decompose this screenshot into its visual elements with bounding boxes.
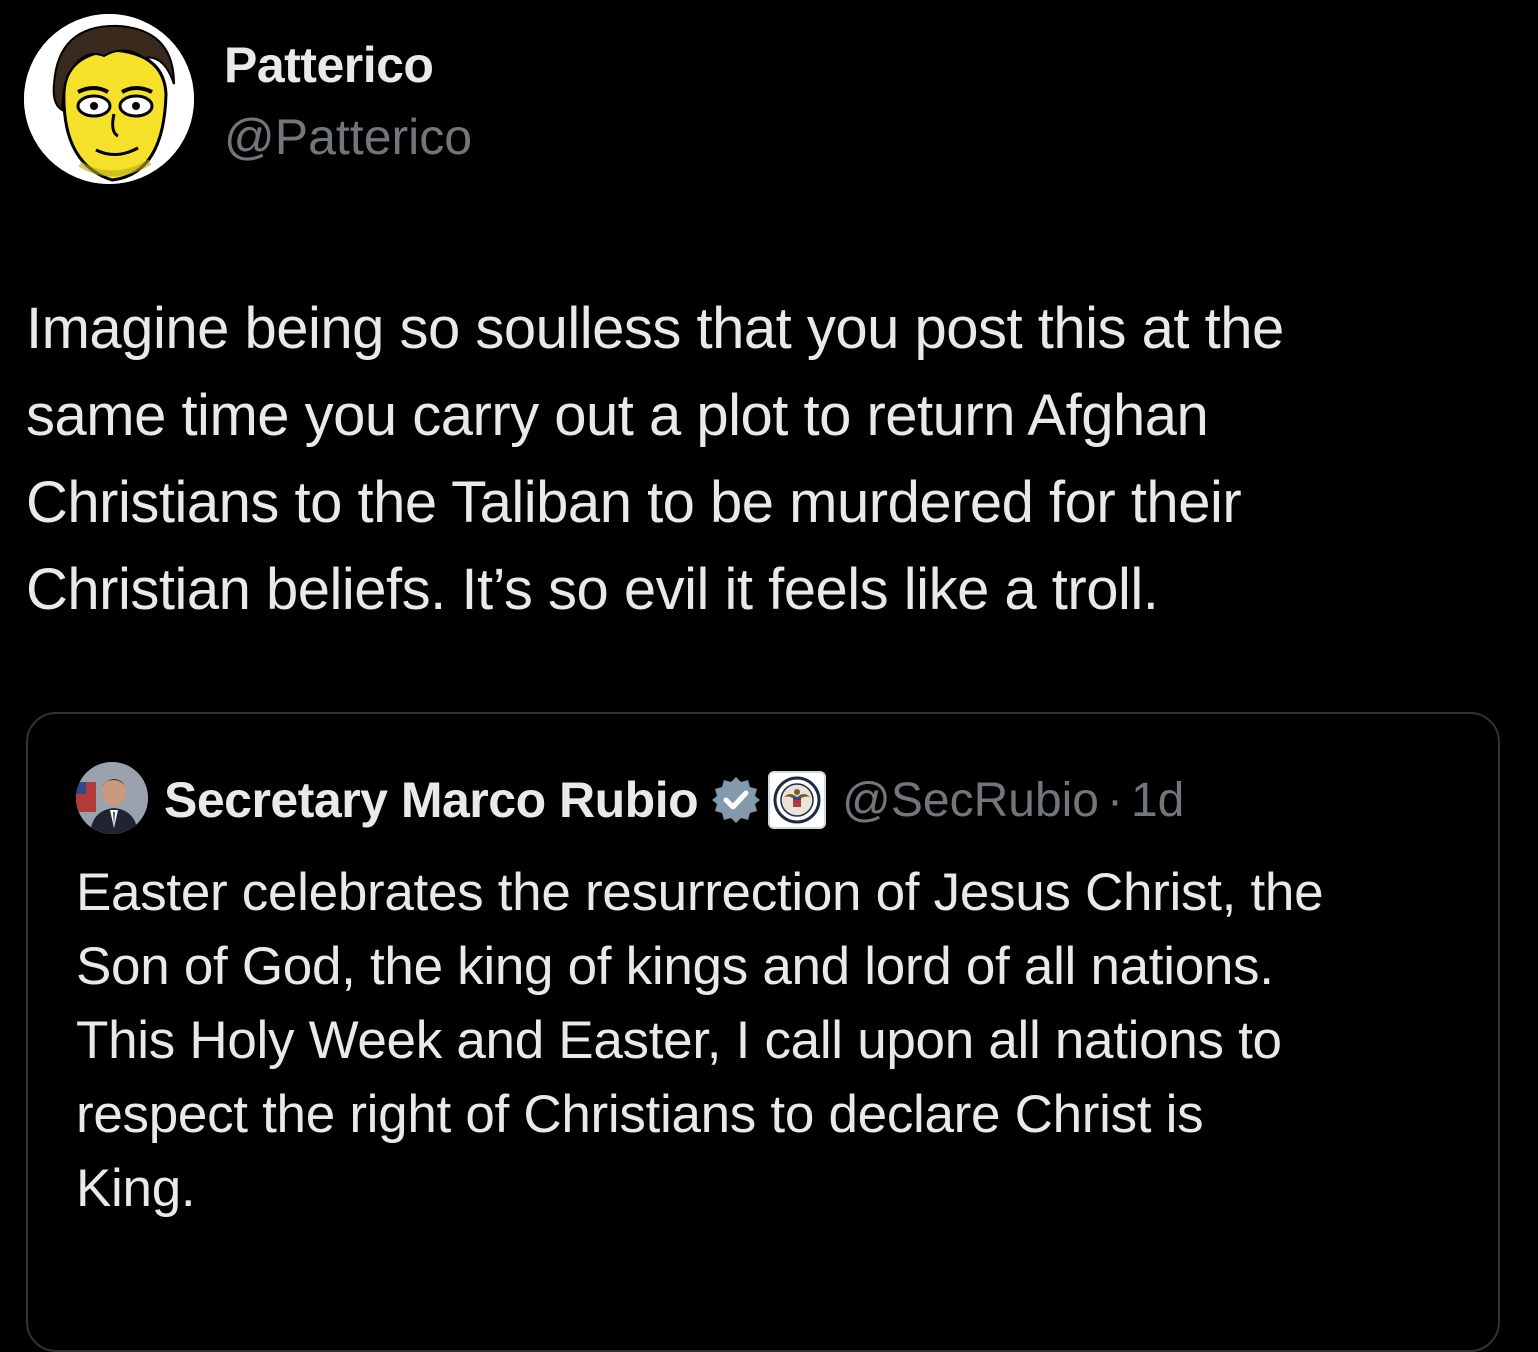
quoted-tweet-text: Easter celebrates the resurrection of Je…: [76, 863, 1324, 1218]
author-avatar[interactable]: [24, 14, 194, 184]
quoted-author-handle[interactable]: @SecRubio: [842, 773, 1099, 828]
quoted-author-avatar[interactable]: [76, 762, 148, 834]
quoted-author-display-name[interactable]: Secretary Marco Rubio: [164, 771, 699, 829]
author-display-name[interactable]: Patterico: [224, 36, 434, 94]
quoted-tweet-header: Secretary Marco Rubio @SecRubio · 1d: [164, 768, 1184, 832]
verified-badge-icon[interactable]: [710, 774, 762, 826]
quoted-tweet-timestamp[interactable]: 1d: [1131, 773, 1184, 828]
portrait-avatar-icon: [76, 762, 148, 834]
header-separator: ·: [1107, 773, 1123, 827]
tweet-text: Imagine being so soulless that you post …: [26, 296, 1284, 622]
author-handle[interactable]: @Patterico: [224, 108, 472, 166]
cartoon-face-avatar-icon: [24, 14, 194, 184]
state-department-seal-icon[interactable]: [768, 771, 827, 829]
quoted-tweet-card[interactable]: Secretary Marco Rubio @SecRubio · 1d Eas…: [26, 712, 1500, 1352]
